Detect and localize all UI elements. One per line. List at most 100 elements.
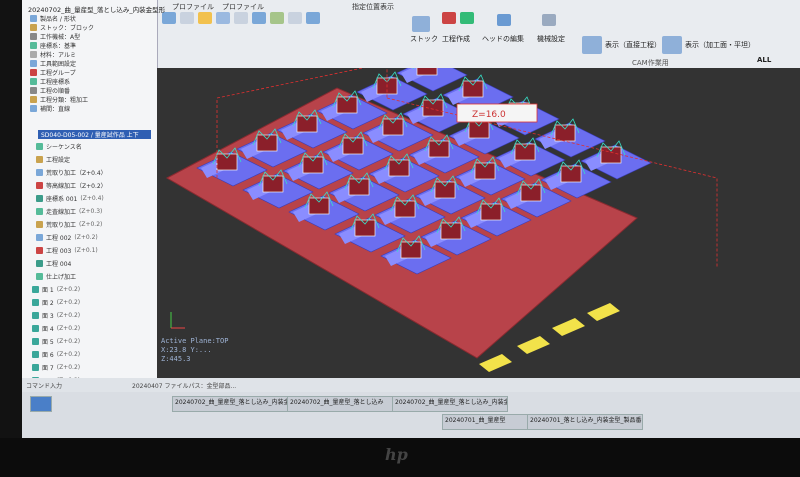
display-direct-button[interactable] xyxy=(582,36,602,54)
tree-item[interactable]: シーケンス名 xyxy=(36,142,82,151)
tree-item[interactable]: 仕上げ加工 xyxy=(36,272,76,281)
tree-item-value: (Z+0.2) xyxy=(56,338,81,345)
tree-item[interactable]: 製品名 / 形状 xyxy=(30,14,76,23)
tree-item[interactable]: 面 4 (Z+0.2) xyxy=(32,324,80,333)
tree-item-value: (Z+0.3) xyxy=(79,208,103,215)
machined-part xyxy=(560,165,582,183)
tree-item[interactable]: 面 2 (Z+0.2) xyxy=(32,298,80,307)
tree-item-label: 面 4 xyxy=(42,326,54,333)
tree-item[interactable]: 荒取り加工（Z+0.4） xyxy=(36,168,107,177)
machined-part xyxy=(480,203,502,221)
tree-item-value: (Z+0.4) xyxy=(80,195,104,202)
tree-item[interactable]: 工程 002 (Z+0.2) xyxy=(36,233,98,242)
navigator-panel: 20240702_曲_量産型_落とし込み_内装金型形 製品名 / 形状 ストック… xyxy=(22,0,165,438)
interp-icon xyxy=(30,105,37,112)
toolbar-button[interactable] xyxy=(270,12,284,24)
tree-item[interactable]: 補間：直線 xyxy=(30,104,70,113)
command-input-label[interactable]: コマンド入力 xyxy=(26,381,62,390)
tree-item-label: 工程 002 xyxy=(46,235,72,242)
tree-item[interactable]: 工程 003 (Z+0.1) xyxy=(36,246,98,255)
ribbon-group-label: ストック xyxy=(410,35,438,43)
tree-item[interactable]: 工程分類：粗加工 xyxy=(30,95,88,104)
tree-item[interactable]: 面 7 (Z+0.2) xyxy=(32,363,80,372)
display-plane-button[interactable] xyxy=(662,36,682,54)
machined-part xyxy=(388,159,410,177)
machined-part xyxy=(296,115,318,133)
tree-item[interactable]: 工具範囲設定 xyxy=(30,59,76,68)
process-icon xyxy=(36,169,43,176)
tree-item-value: (Z+0.2) xyxy=(79,221,103,228)
process-icon xyxy=(36,260,43,267)
machined-part xyxy=(428,140,450,158)
tree-item[interactable]: 等高線加工（Z+0.2） xyxy=(36,181,107,190)
ribbon-tab[interactable]: プロファイル xyxy=(172,2,214,12)
machined-part xyxy=(600,146,622,164)
surface-icon xyxy=(32,364,39,371)
machined-part xyxy=(520,184,542,202)
toolbar-button[interactable] xyxy=(288,12,302,24)
machined-part xyxy=(434,181,456,199)
tree-item-value: (Z+0.2) xyxy=(74,234,98,241)
tree-item-label: 荒取り加工 xyxy=(46,222,77,229)
tree-item[interactable]: 面 1 (Z+0.2) xyxy=(32,285,80,294)
all-button[interactable]: ALL xyxy=(757,56,771,64)
toolbar-button[interactable] xyxy=(198,12,212,24)
surface-icon xyxy=(32,312,39,319)
surface-icon xyxy=(32,299,39,306)
tree-item[interactable]: 面 3 (Z+0.2) xyxy=(32,311,80,320)
taskbar-item[interactable]: 20240702_曲_量産型_落とし込み_内装金型形 xyxy=(392,396,508,412)
ribbon-group-label: 機械設定 xyxy=(537,35,565,43)
tree-item[interactable]: 工程設定 xyxy=(36,155,70,164)
stock-button[interactable] xyxy=(412,16,430,32)
screen: プロファイル プロファイル 指定位置表示 ストック 工程作成 ヘッドの編集 機械… xyxy=(22,0,800,438)
process-icon xyxy=(36,156,43,163)
tree-item[interactable]: ストック：ブロック xyxy=(30,23,94,32)
marker xyxy=(552,318,585,336)
process-icon xyxy=(36,247,43,254)
taskbar-item[interactable]: 20240701_曲_量産型 xyxy=(442,414,528,430)
tree-item[interactable]: 荒取り加工 (Z+0.2) xyxy=(36,220,102,229)
annotation-text: Z=16.0 xyxy=(472,110,506,120)
sequence-header[interactable]: SD040-D05-002 / 量産試作品 上下 xyxy=(38,130,151,139)
tree-item[interactable]: 走査線加工 (Z+0.3) xyxy=(36,207,102,216)
tree-item-label: 面 5 xyxy=(42,339,54,346)
process-icon xyxy=(30,96,37,103)
toolbar-button[interactable] xyxy=(216,12,230,24)
tree-item[interactable]: 座標系：基準 xyxy=(30,41,76,50)
machined-part xyxy=(462,80,484,98)
machined-part xyxy=(336,96,358,114)
head-edit-button[interactable] xyxy=(497,14,511,26)
process-icon xyxy=(36,221,43,228)
tree-item-label: 工程 003 xyxy=(46,248,72,255)
tree-item-label: 面 6 xyxy=(42,352,54,359)
tree-item-label: 面 2 xyxy=(42,300,54,307)
tree-item-value: (Z+0.2) xyxy=(56,286,81,293)
model-scene[interactable]: Z=16.0 Active Plane:TOP X:23.8 Y:... Z:4… xyxy=(157,68,800,378)
tree-item-label: 座標系 001 xyxy=(46,196,78,203)
tree-item[interactable]: 面 6 (Z+0.2) xyxy=(32,350,80,359)
toolbar-button[interactable] xyxy=(252,12,266,24)
tree-item[interactable]: 工程座標系 xyxy=(30,77,70,86)
taskbar-item[interactable]: 20240702_曲_量産型_落とし込み_内装金型形 xyxy=(172,396,288,412)
taskbar-item[interactable]: 20240702_曲_量産型_落とし込み xyxy=(287,396,393,412)
tree-item[interactable]: 工程グループ xyxy=(30,68,76,77)
process-button[interactable] xyxy=(460,12,474,24)
tree-item[interactable]: 工程 004 xyxy=(36,259,71,268)
process-button[interactable] xyxy=(442,12,456,24)
machined-part xyxy=(440,222,462,240)
tree-item[interactable]: 工程の順番 xyxy=(30,86,70,95)
ribbon-tab[interactable]: プロファイル xyxy=(222,2,264,12)
tree-item[interactable]: 面 5 (Z+0.2) xyxy=(32,337,80,346)
ribbon-tab[interactable]: 指定位置表示 xyxy=(352,2,394,12)
taskbar-item[interactable]: 20240701_落とし込み_内装金型_製品番.gmd xyxy=(527,414,643,430)
tree-item-label: 工程 004 xyxy=(46,261,72,268)
toolbar-button[interactable] xyxy=(180,12,194,24)
start-button[interactable] xyxy=(30,396,52,412)
tree-item[interactable]: 工作機械：A型 xyxy=(30,32,80,41)
tree-item[interactable]: 材料：アルミ xyxy=(30,50,76,59)
tree-item[interactable]: 座標系 001 (Z+0.4) xyxy=(36,194,104,203)
toolbar-button[interactable] xyxy=(306,12,320,24)
machine-settings-button[interactable] xyxy=(542,14,556,26)
toolbar-button[interactable] xyxy=(234,12,248,24)
cam-viewport[interactable]: Z=16.0 Active Plane:TOP X:23.8 Y:... Z:4… xyxy=(157,68,800,378)
